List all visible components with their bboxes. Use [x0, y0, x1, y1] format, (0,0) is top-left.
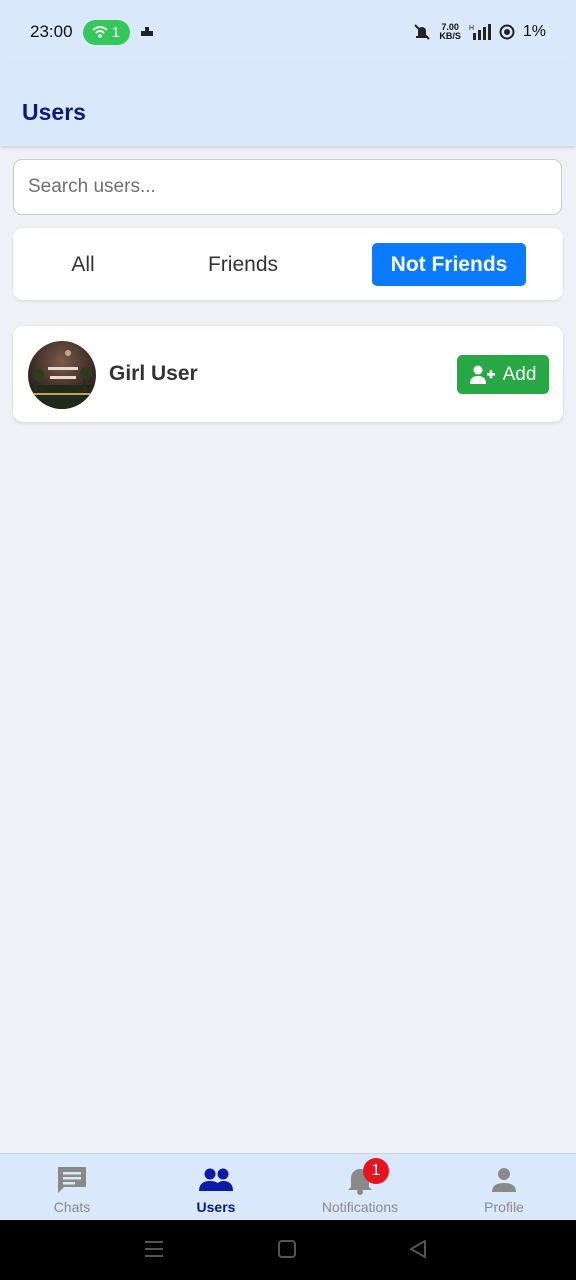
- profile-icon-wrap: [487, 1164, 521, 1196]
- menu-icon[interactable]: [144, 1238, 164, 1260]
- hotspot-icon: [91, 26, 108, 38]
- hotspot-pill: 1: [82, 19, 130, 45]
- avatar: [28, 341, 96, 409]
- system-nav-bar: [0, 1220, 576, 1280]
- users-icon-wrap: [199, 1164, 233, 1196]
- nav-item-notifications[interactable]: 1 Notifications: [288, 1154, 432, 1221]
- nav-label-profile: Profile: [484, 1199, 524, 1215]
- users-icon: [199, 1168, 233, 1191]
- net-speed-unit: KB/S: [439, 31, 461, 41]
- chat-icon-wrap: [55, 1164, 89, 1196]
- user-card[interactable]: Girl User Add: [13, 326, 563, 422]
- bottom-nav: Chats Users 1 Notifications Profile: [0, 1153, 576, 1220]
- battery-icon: [499, 24, 515, 40]
- mute-icon: [414, 24, 431, 40]
- tab-all[interactable]: All: [43, 243, 123, 286]
- bell-icon-wrap: 1: [343, 1158, 389, 1196]
- filter-tabs: All Friends Not Friends: [13, 228, 563, 300]
- app-notification-icon: [140, 27, 153, 36]
- app-header: Users: [0, 64, 576, 146]
- tab-friends[interactable]: Friends: [183, 243, 303, 286]
- home-icon[interactable]: [277, 1238, 297, 1260]
- page-title: Users: [22, 98, 86, 125]
- status-right: 7.00 KB/S H 1%: [413, 23, 546, 41]
- nav-label-chats: Chats: [53, 1199, 91, 1215]
- add-button-label: Add: [502, 363, 537, 385]
- add-user-icon: [469, 365, 495, 384]
- nav-item-users[interactable]: Users: [144, 1154, 288, 1221]
- status-left: 23:00 1: [30, 19, 154, 45]
- status-bar: 23:00 1 7.00 KB/S H 1%: [0, 0, 576, 64]
- user-photo: [28, 350, 96, 409]
- search-input[interactable]: [13, 159, 562, 215]
- net-speed: 7.00 KB/S: [439, 23, 461, 41]
- nav-item-profile[interactable]: Profile: [432, 1154, 576, 1221]
- screen: 23:00 1 7.00 KB/S H 1% Users Search user…: [0, 0, 576, 1280]
- battery-level: 1%: [522, 23, 546, 40]
- nav-item-chats[interactable]: Chats: [0, 1154, 144, 1221]
- chat-icon: [58, 1167, 86, 1193]
- svg-text:H: H: [469, 25, 474, 32]
- user-name: Girl User: [109, 362, 198, 385]
- hotspot-count: 1: [111, 23, 120, 41]
- status-time: 23:00: [30, 22, 73, 41]
- tab-not-friends[interactable]: Not Friends: [372, 243, 526, 286]
- profile-icon: [492, 1168, 516, 1192]
- back-icon[interactable]: [408, 1238, 428, 1260]
- nav-label-notifications: Notifications: [321, 1199, 399, 1215]
- add-friend-button[interactable]: Add: [457, 355, 549, 394]
- signal-icon: H: [469, 24, 491, 40]
- nav-label-users: Users: [196, 1199, 236, 1215]
- notification-badge: 1: [363, 1158, 389, 1184]
